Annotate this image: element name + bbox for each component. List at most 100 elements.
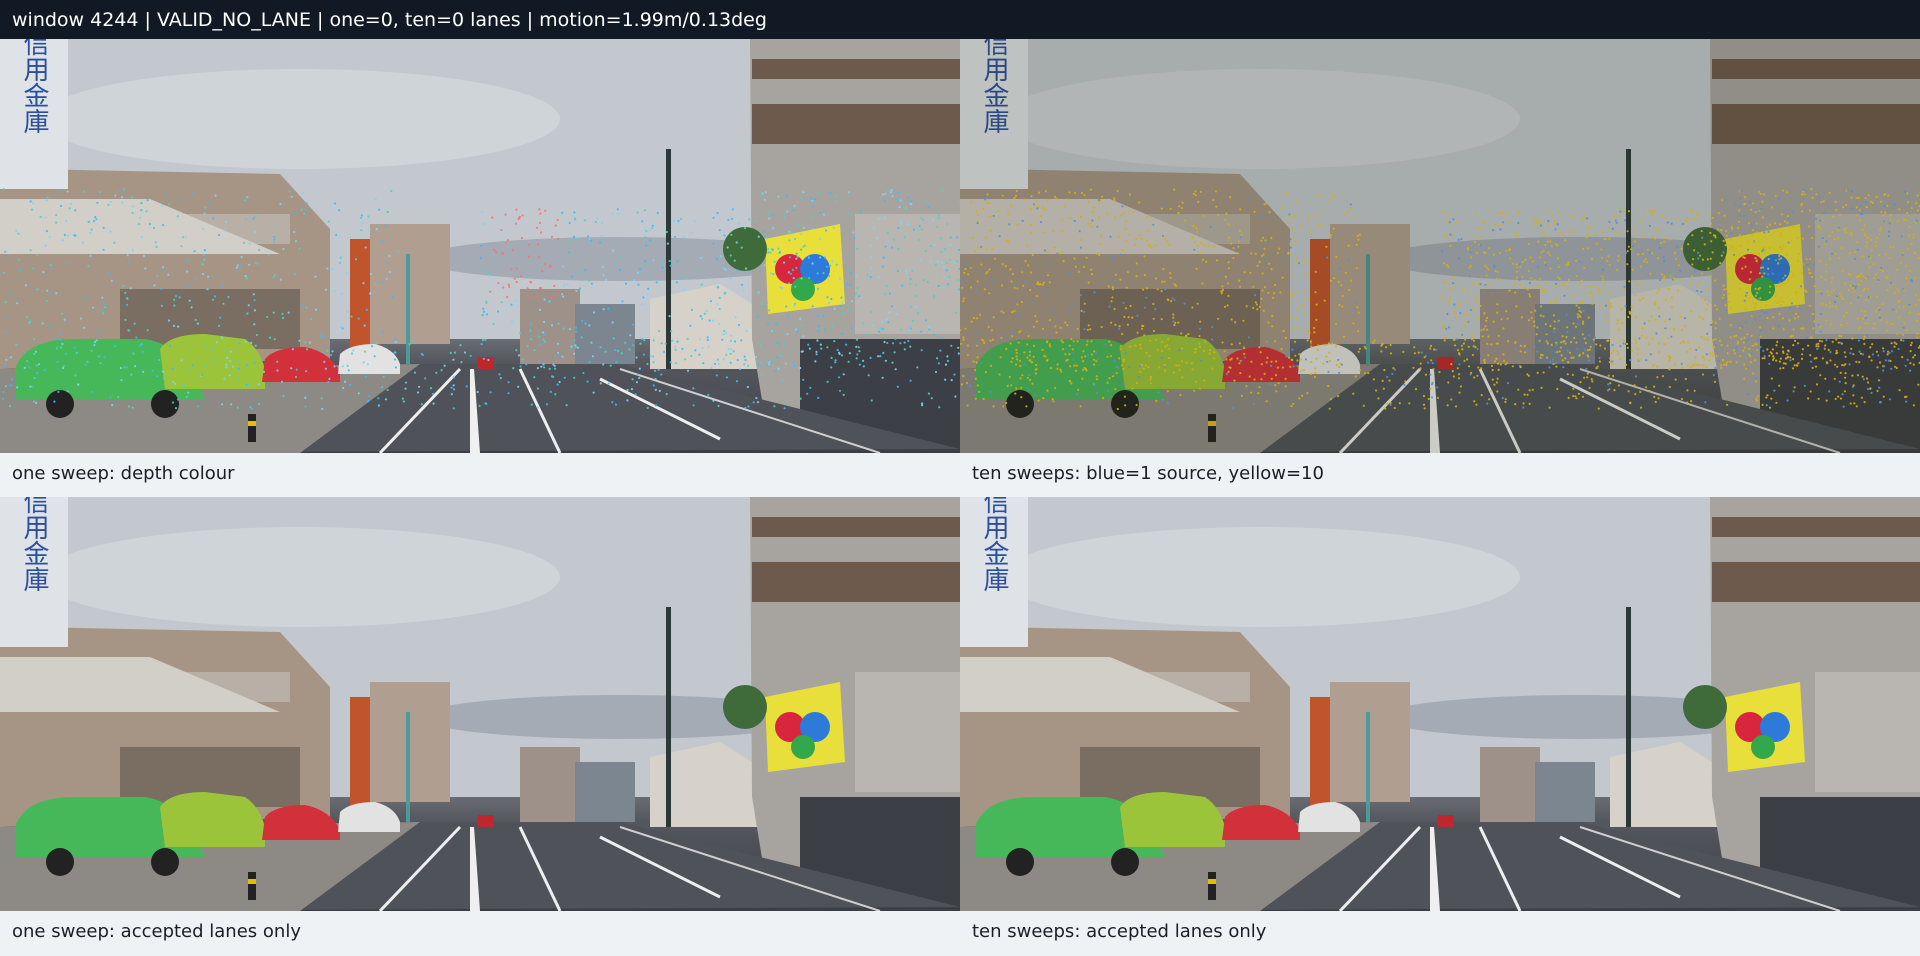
depth-point: [779, 286, 782, 289]
depth-point: [718, 307, 721, 311]
depth-point: [411, 339, 414, 342]
depth-point: [657, 329, 661, 332]
depth-point: [504, 213, 507, 216]
depth-point: [492, 322, 495, 325]
depth-point: [565, 404, 568, 407]
depth-point: [322, 351, 325, 354]
depth-point: [793, 237, 797, 241]
panel-ten-sweeps-lanes: み信用金庫: [960, 497, 1920, 911]
depth-point: [74, 234, 77, 237]
depth-point: [640, 338, 644, 341]
depth-point: [885, 318, 888, 321]
depth-point: [114, 194, 117, 197]
depth-point: [168, 203, 171, 206]
depth-point: [146, 329, 149, 332]
depth-point: [652, 384, 655, 387]
depth-point: [942, 266, 945, 269]
depth-point: [333, 365, 336, 368]
depth-point: [561, 211, 564, 214]
depth-point: [628, 348, 631, 351]
depth-point: [838, 389, 842, 392]
depth-point: [31, 385, 34, 388]
depth-point: [237, 342, 240, 345]
depth-point: [89, 254, 92, 257]
depth-point: [55, 292, 58, 295]
depth-point: [681, 347, 684, 350]
depth-point: [213, 295, 217, 298]
depth-point: [517, 385, 520, 388]
depth-point: [738, 367, 742, 370]
depth-point: [211, 347, 214, 350]
depth-point: [747, 405, 750, 408]
depth-point: [196, 322, 199, 325]
depth-point: [248, 263, 251, 266]
depth-point: [502, 286, 505, 289]
depth-point: [845, 283, 848, 286]
depth-point: [924, 249, 927, 253]
depth-point: [692, 404, 695, 407]
depth-point: [43, 368, 46, 372]
depth-point: [940, 337, 943, 340]
depth-point: [179, 198, 182, 201]
depth-point: [794, 285, 797, 288]
depth-point: [725, 376, 729, 379]
depth-point: [237, 367, 240, 370]
depth-point: [268, 336, 272, 339]
depth-point: [744, 267, 748, 270]
depth-point: [775, 322, 778, 325]
depth-point: [132, 352, 135, 355]
depth-point: [482, 357, 485, 360]
depth-point: [74, 374, 77, 377]
depth-point: [320, 333, 323, 336]
depth-point: [225, 363, 228, 366]
depth-point: [131, 249, 134, 252]
depth-point: [810, 197, 813, 200]
depth-point: [590, 282, 594, 285]
depth-point: [385, 261, 389, 265]
depth-point: [304, 405, 307, 408]
depth-point: [206, 288, 209, 291]
depth-point: [16, 386, 19, 389]
depth-point: [244, 218, 247, 221]
depth-point: [548, 367, 551, 370]
depth-point: [501, 252, 504, 255]
depth-point: [727, 218, 730, 221]
depth-point: [140, 235, 143, 239]
depth-point: [47, 324, 50, 328]
depth-point: [127, 405, 130, 408]
depth-point: [618, 255, 622, 258]
depth-point: [145, 210, 148, 213]
depth-point: [401, 397, 404, 400]
depth-point: [811, 205, 815, 208]
depth-point: [510, 320, 514, 323]
depth-point: [127, 329, 130, 332]
depth-point: [545, 403, 549, 406]
depth-point: [899, 199, 902, 202]
depth-point: [578, 271, 581, 275]
depth-point: [577, 238, 580, 241]
depth-point: [682, 288, 686, 291]
depth-point: [842, 393, 845, 396]
depth-point: [86, 360, 89, 363]
depth-point: [554, 224, 557, 227]
depth-point: [937, 216, 941, 219]
depth-point: [293, 230, 296, 234]
depth-point: [107, 203, 110, 206]
depth-point: [83, 326, 86, 329]
depth-point: [809, 386, 812, 389]
depth-point: [96, 201, 99, 204]
depth-point: [602, 265, 605, 268]
depth-point: [840, 296, 843, 299]
depth-point: [515, 208, 518, 211]
depth-point: [388, 254, 391, 257]
depth-point: [230, 403, 233, 406]
depth-point: [365, 308, 368, 311]
depth-point: [652, 226, 655, 229]
depth-point: [485, 301, 488, 305]
depth-point: [772, 227, 775, 230]
depth-point: [435, 371, 438, 374]
depth-point: [882, 256, 885, 259]
depth-point: [727, 347, 730, 351]
depth-point: [33, 352, 36, 355]
depth-point: [61, 239, 64, 242]
